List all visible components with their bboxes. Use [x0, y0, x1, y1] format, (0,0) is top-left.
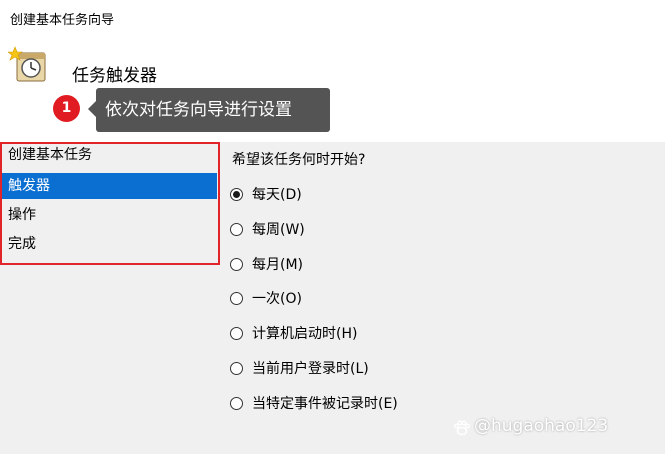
option-on-event[interactable]: 当特定事件被记录时(E) — [230, 393, 398, 413]
option-at-startup[interactable]: 计算机启动时(H) — [230, 323, 357, 343]
radio-button[interactable] — [230, 326, 243, 340]
option-once[interactable]: 一次(O) — [230, 288, 302, 308]
paw-icon — [454, 420, 470, 436]
radio-button[interactable] — [230, 361, 243, 375]
watermark-text: @hugaohao123 — [474, 416, 609, 436]
radio-button[interactable] — [230, 291, 243, 305]
option-weekly[interactable]: 每周(W) — [230, 219, 305, 239]
annotation-callout: 依次对任务向导进行设置 — [96, 88, 330, 132]
option-label: 一次(O) — [252, 291, 302, 307]
window-title: 创建基本任务向导 — [10, 13, 115, 28]
wizard-header: 创建基本任务向导 任务触发器 1 依次对任务向导进行设置 — [0, 0, 665, 142]
option-daily[interactable]: 每天(D) — [230, 184, 302, 204]
radio-button[interactable] — [230, 257, 243, 271]
option-at-logon[interactable]: 当前用户登录时(L) — [230, 358, 369, 378]
radio-button[interactable] — [230, 187, 243, 201]
option-label: 每周(W) — [252, 222, 305, 238]
option-label: 每月(M) — [252, 257, 304, 273]
option-label: 计算机启动时(H) — [252, 326, 358, 342]
option-label: 当前用户登录时(L) — [252, 361, 369, 377]
page-title: 任务触发器 — [72, 66, 157, 86]
nav-highlight-box — [0, 142, 220, 265]
trigger-question: 希望该任务何时开始? — [232, 152, 366, 168]
option-monthly[interactable]: 每月(M) — [230, 254, 303, 274]
step-number-badge: 1 — [53, 95, 80, 122]
radio-button[interactable] — [230, 396, 243, 410]
radio-button[interactable] — [230, 222, 243, 236]
option-label: 当特定事件被记录时(E) — [252, 396, 398, 412]
option-label: 每天(D) — [252, 187, 302, 203]
callout-pointer — [88, 101, 96, 117]
scheduled-task-clock-icon — [8, 46, 46, 82]
